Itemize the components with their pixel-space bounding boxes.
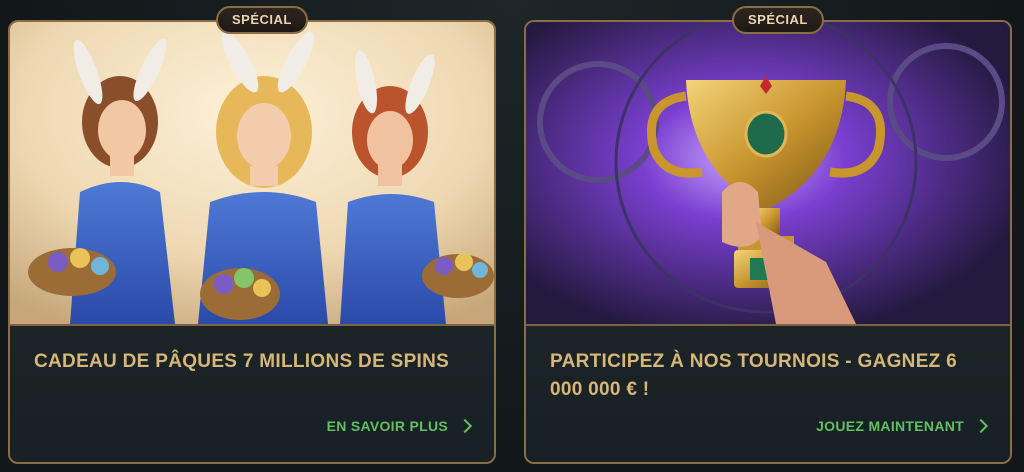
play-now-button[interactable]: JOUEZ MAINTENANT [816, 418, 989, 434]
easter-promo-image[interactable] [10, 22, 494, 324]
trophy-illustration [526, 22, 1010, 324]
easter-illustration [10, 22, 494, 324]
tournament-promo-image[interactable] [526, 22, 1010, 324]
promo-title: CADEAU DE PÂQUES 7 MILLIONS DE SPINS [34, 351, 450, 372]
hand [722, 182, 762, 247]
chevron-right-icon [973, 418, 989, 434]
promotions-page: SPÉCIAL CADEAU DE PÂQUES 7 MILLIONS DE S… [0, 0, 1024, 472]
chevron-right-icon [457, 418, 473, 434]
promo-info: CADEAU DE PÂQUES 7 MILLIONS DE SPINS EN … [10, 326, 494, 462]
promo-info: PARTICIPEZ À NOS TOURNOIS - GAGNEZ 6 000… [526, 326, 1010, 462]
promo-title: PARTICIPEZ À NOS TOURNOIS - GAGNEZ 6 000… [550, 351, 958, 400]
learn-more-label: EN SAVOIR PLUS [326, 418, 448, 434]
play-now-label: JOUEZ MAINTENANT [816, 418, 964, 434]
promo-card-tournament[interactable]: PARTICIPEZ À NOS TOURNOIS - GAGNEZ 6 000… [524, 20, 1012, 464]
special-badge: SPÉCIAL [216, 6, 308, 34]
learn-more-button[interactable]: EN SAVOIR PLUS [326, 418, 473, 434]
special-badge: SPÉCIAL [732, 6, 824, 34]
promo-card-easter[interactable]: CADEAU DE PÂQUES 7 MILLIONS DE SPINS EN … [8, 20, 496, 464]
